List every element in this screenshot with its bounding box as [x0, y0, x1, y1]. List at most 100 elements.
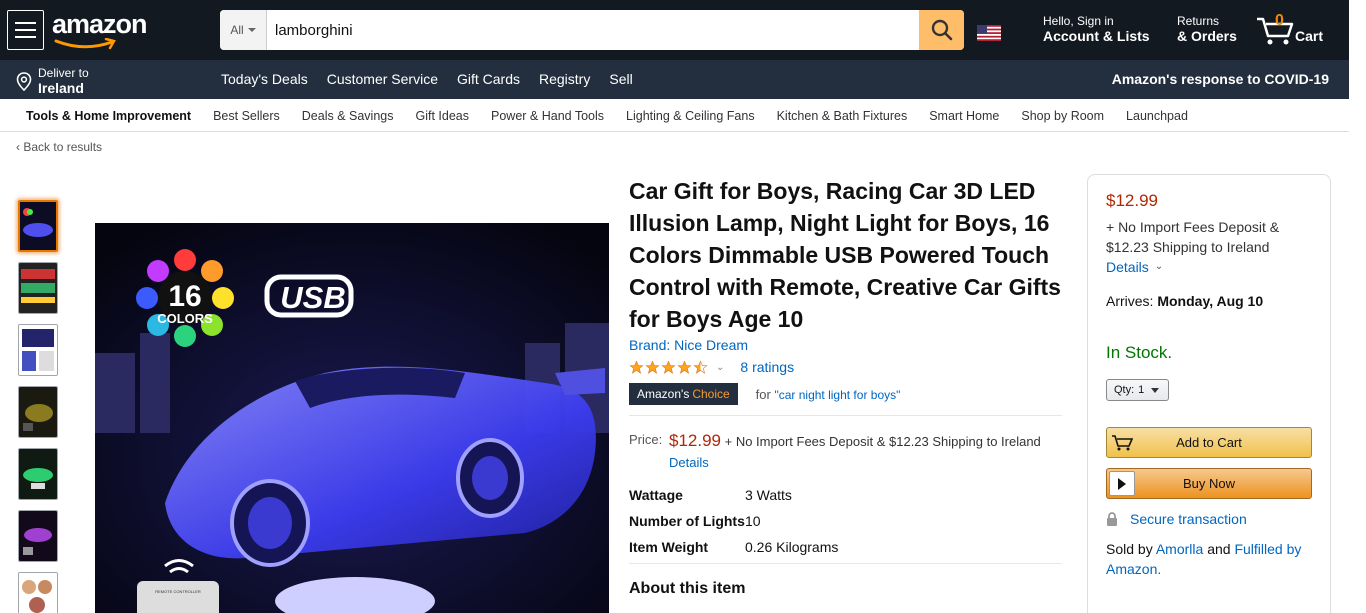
chevron-down-icon [1151, 387, 1160, 393]
price-row: Price: $12.99 + No Import Fees Deposit &… [629, 430, 1062, 473]
star-rating[interactable] [629, 359, 708, 375]
price-details-link[interactable]: Details [669, 455, 709, 470]
about-heading: About this item [629, 580, 746, 597]
star-full-icon [645, 359, 660, 374]
smile-arrow-icon [54, 38, 116, 50]
product-details: Car Gift for Boys, Racing Car 3D LED Ill… [629, 175, 1062, 598]
sold-and: and [1207, 541, 1231, 557]
choice-for-text: for "car night light for boys" [756, 387, 901, 402]
thumbnail-image[interactable] [18, 572, 58, 613]
thumbnail-image[interactable] [18, 510, 58, 562]
star-half-icon [693, 359, 708, 374]
search-input[interactable] [267, 10, 919, 50]
subnav-registry[interactable]: Registry [539, 71, 590, 87]
buybox-fees: + No Import Fees Deposit & $12.23 Shippi… [1106, 219, 1280, 255]
amazons-choice-badge: Amazon's Choice [629, 383, 738, 405]
arrives-label: Arrives: [1106, 293, 1154, 309]
back-to-results-label: Back to results [23, 140, 103, 154]
sub-nav: Deliver to Ireland Today's Deals Custome… [0, 60, 1349, 99]
brand-link[interactable]: Brand: Nice Dream [629, 337, 1062, 353]
buybox-details-link[interactable]: Details ⌄ [1106, 257, 1312, 277]
price-fees: + No Import Fees Deposit & $12.23 Shippi… [724, 434, 1041, 449]
spec-row: Item Weight 0.26 Kilograms [629, 537, 1062, 557]
category-link-power-hand-tools[interactable]: Power & Hand Tools [491, 109, 604, 123]
thumbnail-image[interactable] [18, 200, 58, 252]
spec-key: Item Weight [629, 539, 709, 555]
category-link-launchpad[interactable]: Launchpad [1126, 109, 1188, 123]
account-menu[interactable]: Hello, Sign in Account & Lists [1043, 14, 1150, 44]
category-link-lighting-fans[interactable]: Lighting & Ceiling Fans [626, 109, 755, 123]
chevron-down-icon [247, 28, 256, 32]
logo-text: amazon [52, 9, 148, 39]
account-lists-label: Account & Lists [1043, 28, 1150, 44]
deliver-country: Ireland [38, 80, 84, 96]
play-icon [1109, 471, 1135, 496]
star-full-icon [661, 359, 676, 374]
us-flag-icon[interactable] [977, 25, 1001, 41]
subnav-customer-service[interactable]: Customer Service [327, 71, 438, 87]
choice-word: Choice [692, 387, 730, 401]
category-link-best-sellers[interactable]: Best Sellers [213, 109, 280, 123]
subnav-todays-deals[interactable]: Today's Deals [221, 71, 308, 87]
quantity-select[interactable]: Qty: 1 [1106, 379, 1169, 401]
add-to-cart-label: Add to Cart [1176, 435, 1242, 450]
lock-icon [1107, 511, 1117, 526]
image-colors-text: COLORS [157, 311, 213, 326]
spec-value: 3 Watts [745, 487, 792, 503]
deliver-to-label: Deliver to [38, 66, 89, 80]
image-16-text: 16 [168, 280, 201, 313]
thumbnail-image[interactable] [18, 262, 58, 314]
category-link-smart-home[interactable]: Smart Home [929, 109, 999, 123]
image-remote-text: REMOTE CONTROLLER [155, 589, 201, 594]
star-full-icon [629, 359, 644, 374]
seller-link[interactable]: Amorlla [1156, 541, 1203, 557]
stock-status: In Stock. [1106, 343, 1173, 362]
spec-row: Wattage 3 Watts [629, 485, 1062, 505]
secure-transaction-link[interactable]: Secure transaction [1106, 511, 1312, 527]
back-to-results-link[interactable]: ‹ Back to results [16, 140, 102, 154]
choice-query-link[interactable]: "car night light for boys" [774, 388, 900, 402]
spec-key: Wattage [629, 487, 683, 503]
search-bar: All [220, 10, 964, 50]
thumbnail-image[interactable] [18, 448, 58, 500]
spec-value: 0.26 Kilograms [745, 539, 839, 555]
category-link-deals-savings[interactable]: Deals & Savings [302, 109, 394, 123]
amazon-logo[interactable]: amazon [52, 9, 152, 50]
search-category-dropdown[interactable]: All [220, 10, 267, 50]
product-main-image[interactable]: 16 COLORS USB REMOTE CONTROLLER [95, 223, 609, 613]
subnav-sell[interactable]: Sell [609, 71, 632, 87]
buy-box: $12.99 + No Import Fees Deposit & $12.23… [1087, 174, 1331, 613]
spec-row: Number of Lights 10 [629, 511, 1062, 531]
covid-response-link[interactable]: Amazon's response to COVID-19 [1112, 71, 1329, 87]
image-usb-text: USB [280, 280, 345, 315]
cart-button[interactable]: 0 Cart [1256, 12, 1328, 48]
buy-now-label: Buy Now [1182, 476, 1236, 491]
product-image-graphic: 16 COLORS USB REMOTE CONTROLLER [95, 223, 609, 613]
ratings-count-link[interactable]: 8 ratings [740, 359, 794, 375]
chevron-down-icon: ⌄ [1154, 261, 1164, 272]
category-main-link[interactable]: Tools & Home Improvement [26, 109, 191, 123]
buy-now-button[interactable]: Buy Now [1106, 468, 1312, 499]
spec-key: Number of Lights [629, 513, 745, 529]
search-category-label: All [230, 23, 244, 37]
amazons-choice-row: Amazon's Choice for "car night light for … [629, 383, 1062, 405]
category-link-shop-by-room[interactable]: Shop by Room [1021, 109, 1104, 123]
add-to-cart-button[interactable]: Add to Cart [1106, 427, 1312, 458]
subnav-links: Today's Deals Customer Service Gift Card… [221, 71, 652, 87]
star-full-icon [677, 359, 692, 374]
price-label: Price: [629, 432, 663, 447]
category-link-gift-ideas[interactable]: Gift Ideas [416, 109, 470, 123]
qty-value: 1 [1138, 384, 1145, 396]
category-bar: Tools & Home Improvement Best Sellers De… [0, 99, 1349, 132]
thumbnail-image[interactable] [18, 324, 58, 376]
subnav-gift-cards[interactable]: Gift Cards [457, 71, 520, 87]
category-link-kitchen-bath[interactable]: Kitchen & Bath Fixtures [777, 109, 908, 123]
thumbnail-image[interactable] [18, 386, 58, 438]
account-greeting: Hello, Sign in [1043, 14, 1114, 28]
search-button[interactable] [919, 10, 964, 50]
returns-orders-link[interactable]: Returns & Orders [1177, 14, 1237, 44]
hamburger-menu-button[interactable] [7, 10, 44, 50]
location-pin-icon [16, 72, 32, 92]
cart-label: Cart [1295, 28, 1324, 44]
chevron-down-icon[interactable]: ⌄ [716, 362, 724, 373]
